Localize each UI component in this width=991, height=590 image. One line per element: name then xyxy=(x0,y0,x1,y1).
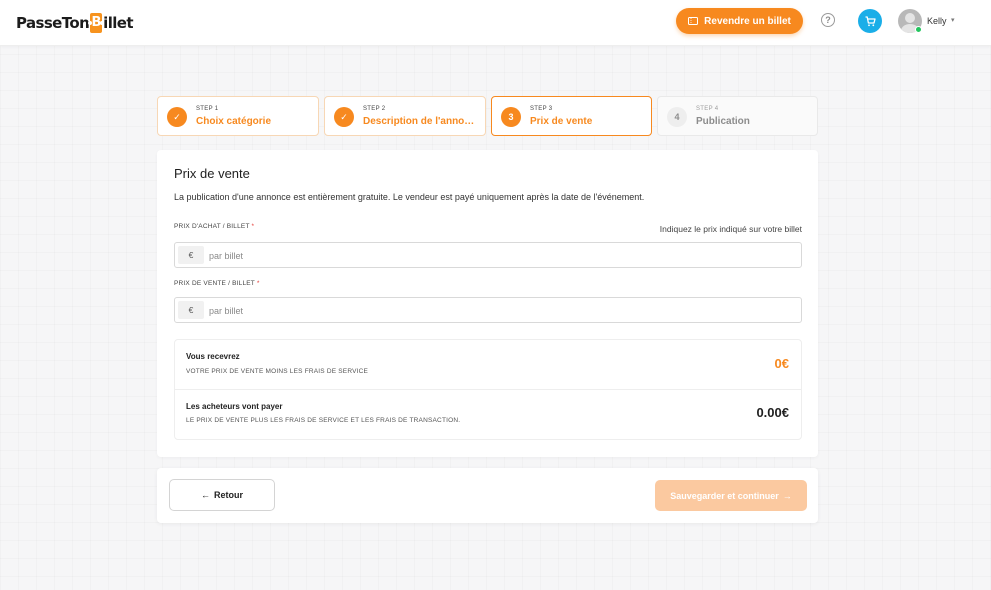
step-3-number: STEP 3 xyxy=(530,106,553,112)
receive-subtitle: VOTRE PRIX DE VENTE MOINS LES FRAIS DE S… xyxy=(186,368,369,375)
step-4: 4 STEP 4 Publication xyxy=(657,96,818,136)
form-actions-bar: ← Retour Sauvegarder et continuer → xyxy=(157,468,818,523)
step-1-title: Choix catégorie xyxy=(196,116,272,127)
page-title: Prix de vente xyxy=(174,166,250,181)
price-summary-box: Vous recevrez VOTRE PRIX DE VENTE MOINS … xyxy=(174,339,802,440)
purchase-price-label: PRIX D'ACHAT / BILLET * xyxy=(174,223,254,230)
user-name[interactable]: Kelly xyxy=(927,16,947,26)
step-4-marker: 4 xyxy=(667,107,687,127)
step-2[interactable]: ✓ STEP 2 Description de l'annon... xyxy=(324,96,486,136)
step-1[interactable]: ✓ STEP 1 Choix catégorie xyxy=(157,96,319,136)
chevron-down-icon[interactable]: ▾ xyxy=(951,16,955,24)
purchase-price-hint: Indiquez le prix indiqué sur votre bille… xyxy=(659,224,802,234)
page-description: La publication d'une annonce est entière… xyxy=(174,192,645,202)
sale-price-label: PRIX DE VENTE / BILLET * xyxy=(174,280,260,287)
top-navbar: PasseTon B illet Revendre un billet ? Ke… xyxy=(0,0,991,46)
step-3-title: Prix de vente xyxy=(530,116,593,127)
step-1-number: STEP 1 xyxy=(196,106,219,112)
ticket-icon xyxy=(688,17,699,25)
arrow-left-icon: ← xyxy=(201,490,210,500)
price-form-card: Prix de vente La publication d'une annon… xyxy=(157,150,818,457)
sale-price-input[interactable] xyxy=(209,302,789,319)
step-3[interactable]: 3 STEP 3 Prix de vente xyxy=(491,96,652,136)
euro-prefix: € xyxy=(178,246,204,264)
arrow-right-icon: → xyxy=(782,490,792,501)
resell-ticket-label: Revendre un billet xyxy=(704,15,791,27)
step-2-title: Description de l'annon... xyxy=(363,116,478,127)
logo-text-part2: illet xyxy=(103,14,133,32)
step-4-number: STEP 4 xyxy=(696,106,719,112)
back-button-label: Retour xyxy=(214,490,243,500)
logo-ticket-icon: B xyxy=(88,13,105,33)
purchase-price-input-group: € xyxy=(174,242,802,268)
cart-button[interactable] xyxy=(858,9,882,33)
resell-ticket-button[interactable]: Revendre un billet xyxy=(676,8,803,34)
sale-price-input-group: € xyxy=(174,297,802,323)
sale-price-label-text: PRIX DE VENTE / BILLET xyxy=(174,280,255,287)
purchase-price-input[interactable] xyxy=(209,247,789,264)
buyers-pay-subtitle: LE PRIX DE VENTE PLUS LES FRAIS DE SERVI… xyxy=(186,417,461,424)
buyers-pay-amount: 0.00€ xyxy=(756,405,789,420)
logo-text-part1: PasseTon xyxy=(16,14,90,32)
cart-icon xyxy=(865,15,876,26)
site-logo[interactable]: PasseTon B illet xyxy=(16,12,134,34)
euro-prefix: € xyxy=(178,301,204,319)
buyers-pay-title: Les acheteurs vont payer xyxy=(186,402,283,411)
step-3-marker: 3 xyxy=(501,107,521,127)
help-icon[interactable]: ? xyxy=(821,13,835,27)
step-4-title: Publication xyxy=(696,116,750,127)
step-1-check-icon: ✓ xyxy=(167,107,187,127)
receive-amount: 0€ xyxy=(774,356,789,371)
receive-title: Vous recevrez xyxy=(186,352,240,361)
back-button[interactable]: ← Retour xyxy=(169,479,275,511)
save-continue-button[interactable]: Sauvegarder et continuer → xyxy=(655,480,807,511)
save-continue-label: Sauvegarder et continuer xyxy=(670,490,779,501)
step-2-number: STEP 2 xyxy=(363,106,386,112)
summary-divider xyxy=(175,389,801,390)
online-status-indicator xyxy=(915,26,922,33)
required-mark: * xyxy=(251,223,255,230)
purchase-price-label-text: PRIX D'ACHAT / BILLET xyxy=(174,223,250,230)
required-mark: * xyxy=(256,280,260,287)
step-2-check-icon: ✓ xyxy=(334,107,354,127)
